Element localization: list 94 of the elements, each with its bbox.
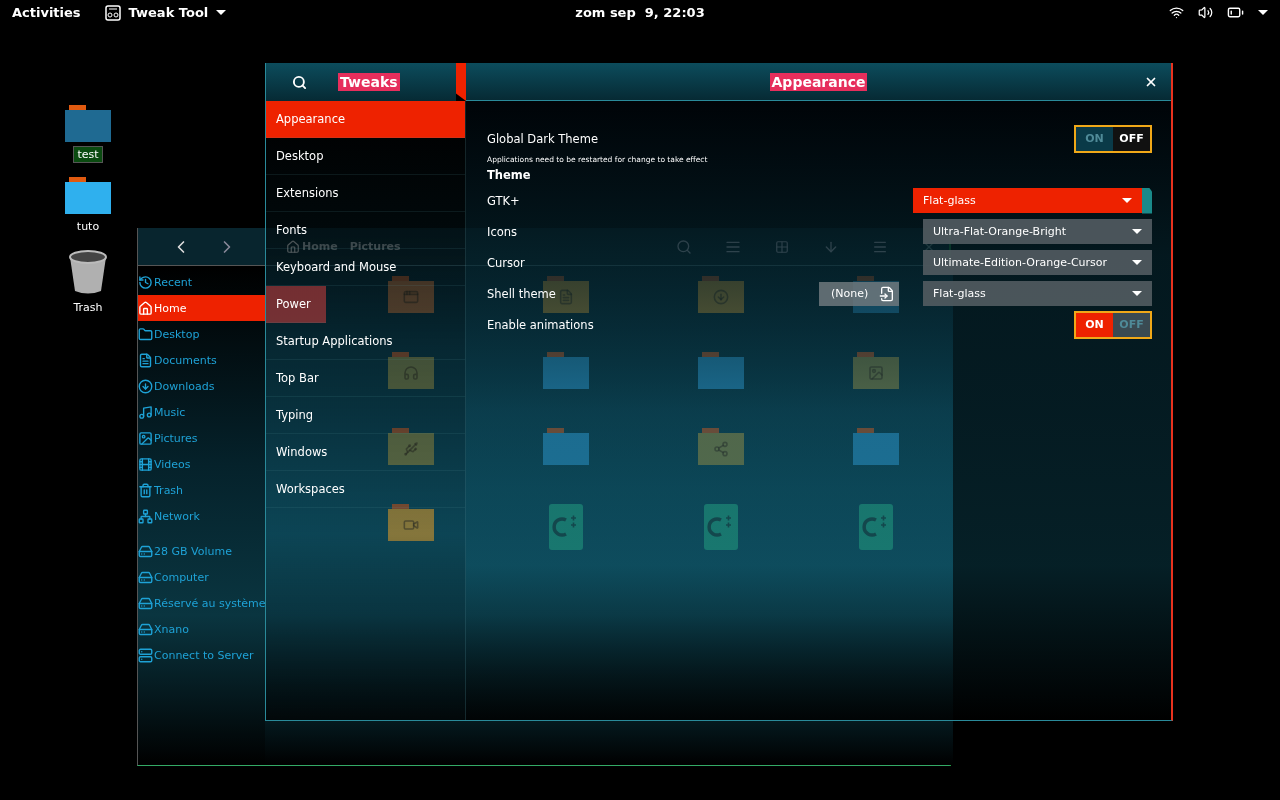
sidebar-item[interactable]: Startup Applications xyxy=(266,323,465,360)
place-label[interactable]: Connect to Server xyxy=(154,648,254,662)
clock[interactable]: zom sep 9, 22:03 xyxy=(575,5,705,20)
folder-icon xyxy=(387,276,434,313)
network-icon xyxy=(138,508,153,524)
videos-icon xyxy=(138,456,153,472)
drive-icon xyxy=(138,595,153,611)
place-label[interactable]: Music xyxy=(154,405,186,419)
icon-label[interactable]: Trash xyxy=(69,299,107,316)
place-label[interactable]: Videos xyxy=(154,457,191,471)
setting-label: GTK+ xyxy=(487,193,520,208)
folder-icon[interactable] xyxy=(65,105,111,142)
sidebar-item[interactable]: 28 GB Volume xyxy=(138,538,266,564)
music-icon xyxy=(138,404,153,420)
activities-button[interactable]: Activities xyxy=(12,5,81,20)
sidebar-item[interactable]: Appearance xyxy=(266,101,465,138)
sidebar-item[interactable]: Power xyxy=(266,286,326,323)
drive-icon xyxy=(138,569,153,585)
sidebar-item[interactable]: Desktop xyxy=(138,321,266,347)
home-icon xyxy=(286,239,300,254)
sidebar-item[interactable]: Typing xyxy=(266,397,465,434)
setting-label: Shell theme xyxy=(487,286,556,301)
toggle-switch[interactable]: ON OFF xyxy=(1074,124,1152,153)
page-title: Appearance xyxy=(769,72,868,91)
pictures-icon xyxy=(138,430,153,446)
place-label[interactable]: Trash xyxy=(154,483,184,497)
place-label[interactable]: Desktop xyxy=(154,327,200,341)
place-label[interactable]: Réservé au système xyxy=(154,596,266,610)
sidebar-item[interactable]: Desktop xyxy=(266,138,465,175)
file-button[interactable]: (None) xyxy=(819,281,899,306)
theme-dropdown[interactable]: Flat-glass xyxy=(913,188,1142,213)
place-label[interactable]: Documents xyxy=(154,353,217,367)
sidebar-item[interactable]: Documents xyxy=(138,347,266,373)
toggle-switch[interactable]: ON OFF xyxy=(1074,310,1152,339)
sidebar-item[interactable]: Top Bar xyxy=(266,360,465,397)
sidebar-item[interactable]: Xnano xyxy=(138,616,266,642)
sidebar-item[interactable]: Home xyxy=(138,295,266,321)
documents-icon xyxy=(138,352,153,368)
drive-icon xyxy=(138,621,153,637)
setting-label: Cursor xyxy=(487,255,525,270)
icon-label[interactable]: tuto xyxy=(72,218,104,235)
place-label[interactable]: Recent xyxy=(154,275,193,289)
place-label[interactable]: Home xyxy=(154,301,187,315)
sidebar-item[interactable]: Trash xyxy=(138,477,266,503)
volume-icon[interactable] xyxy=(1198,5,1213,20)
app-menu[interactable]: Tweak Tool xyxy=(104,4,227,21)
close-icon xyxy=(1144,75,1158,89)
place-label[interactable]: Computer xyxy=(154,570,209,584)
theme-dropdown[interactable]: Ultra-Flat-Orange-Bright xyxy=(923,219,1152,244)
desktop-icon xyxy=(138,326,153,342)
sidebar-item[interactable]: Windows xyxy=(266,434,465,471)
sidebar-item[interactable]: Network xyxy=(138,503,266,529)
folder-icon xyxy=(387,428,434,465)
sidebar-item[interactable]: Pictures xyxy=(138,425,266,451)
accent-strip xyxy=(456,63,466,101)
search-button[interactable] xyxy=(290,73,308,91)
icon-label[interactable]: test xyxy=(73,146,103,163)
setting-label: Enable animations xyxy=(487,317,594,332)
trash-icon[interactable] xyxy=(68,249,108,295)
sidebar-item[interactable]: Extensions xyxy=(266,175,465,212)
recent-icon xyxy=(138,274,153,290)
sidebar-item[interactable]: Réservé au système xyxy=(138,590,266,616)
window-title: Tweaks xyxy=(338,73,400,91)
sidebar-item[interactable]: Recent xyxy=(138,269,266,295)
app-icon xyxy=(104,4,121,21)
search-icon xyxy=(291,74,307,90)
place-label[interactable]: Pictures xyxy=(154,431,198,445)
place-label[interactable]: Downloads xyxy=(154,379,215,393)
wifi-icon[interactable] xyxy=(1169,5,1184,20)
sidebar-item[interactable]: Connect to Server xyxy=(138,642,266,668)
sidebar-item[interactable]: Workspaces xyxy=(266,471,465,508)
sidebar-item[interactable]: Music xyxy=(138,399,266,425)
place-label[interactable]: Network xyxy=(154,509,200,523)
theme-dropdown[interactable]: Flat-glass xyxy=(923,281,1152,306)
sidebar-item[interactable]: Computer xyxy=(138,564,266,590)
file-icon xyxy=(879,285,895,302)
setting-label: Global Dark Theme xyxy=(487,131,598,146)
setting-label: Icons xyxy=(487,224,518,239)
sidebar-item[interactable]: Keyboard and Mouse xyxy=(266,249,465,286)
sidebar-item[interactable]: Downloads xyxy=(138,373,266,399)
place-label[interactable]: Xnano xyxy=(154,622,189,636)
home-icon xyxy=(138,300,153,316)
drive-icon xyxy=(138,543,153,559)
place-label[interactable]: 28 GB Volume xyxy=(154,544,232,558)
folder-icon[interactable] xyxy=(65,177,111,214)
folder-icon xyxy=(387,504,434,541)
folder-icon xyxy=(387,352,434,389)
caret-icon[interactable] xyxy=(1258,10,1268,15)
downloads-icon xyxy=(138,378,153,394)
server-icon xyxy=(138,647,153,663)
theme-dropdown[interactable]: Ultimate-Edition-Orange-Cursor xyxy=(923,250,1152,275)
trash-icon xyxy=(138,482,153,498)
section-heading: Theme xyxy=(487,168,531,182)
sidebar-item[interactable]: Videos xyxy=(138,451,266,477)
